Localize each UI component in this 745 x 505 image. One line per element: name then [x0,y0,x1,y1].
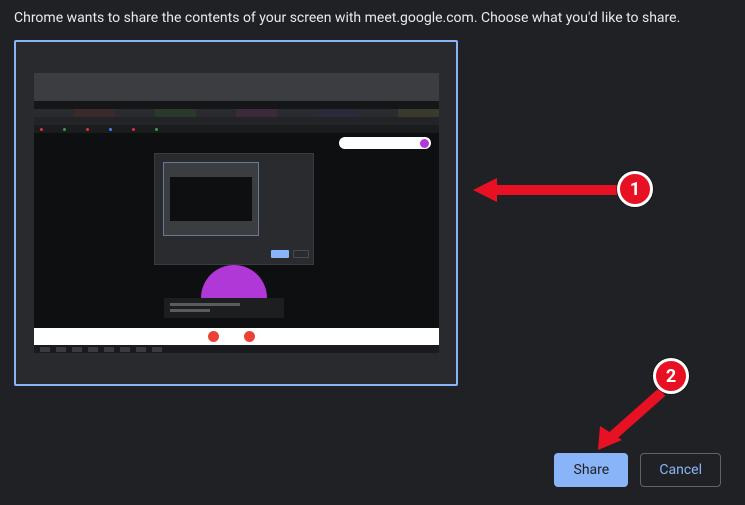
screen-thumbnail[interactable] [14,40,458,386]
dialog-actions: Share Cancel [554,453,721,487]
screen-preview [34,73,439,353]
annotation-badge-2: 2 [653,358,689,394]
share-prompt-text: Chrome wants to share the contents of yo… [0,0,745,32]
annotation-arrow-2 [590,388,670,458]
thumbnail-area [0,32,745,394]
annotation-badge-1: 1 [617,171,653,207]
cancel-button[interactable]: Cancel [640,453,721,487]
share-button[interactable]: Share [554,453,628,487]
